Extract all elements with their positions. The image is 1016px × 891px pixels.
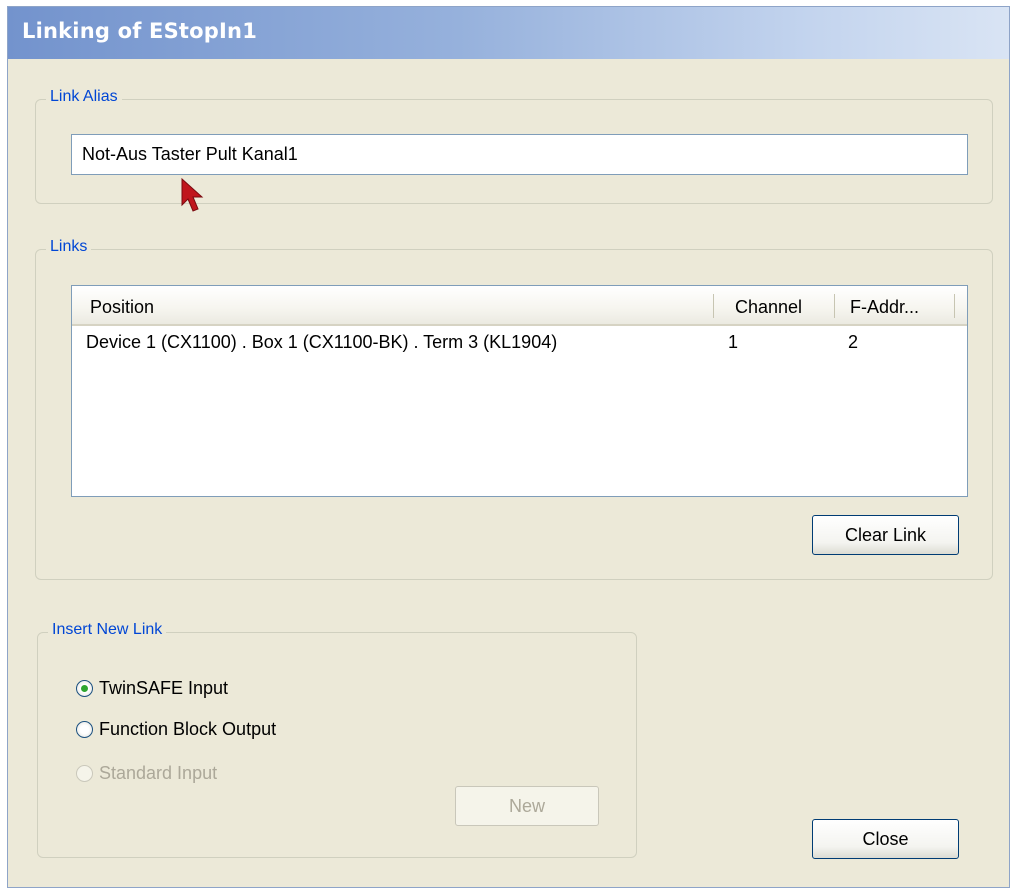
clear-link-button[interactable]: Clear Link — [812, 515, 959, 555]
cell-position: Device 1 (CX1100) . Box 1 (CX1100-BK) . … — [86, 332, 558, 352]
column-f-addr[interactable]: F-Addr... — [842, 286, 952, 324]
insert-new-link-label: Insert New Link — [48, 621, 167, 639]
radio-label: TwinSAFE Input — [99, 677, 229, 698]
new-button: New — [455, 786, 599, 826]
radio-label: Function Block Output — [99, 718, 277, 739]
table-row[interactable]: Device 1 (CX1100) . Box 1 (CX1100-BK) . … — [72, 326, 967, 356]
radio-button[interactable] — [76, 720, 93, 738]
radio-standard-input: Standard Input — [76, 760, 217, 786]
links-list-header: Position Channel F-Addr... — [72, 286, 967, 326]
radio-label: Standard Input — [99, 762, 218, 783]
column-divider[interactable] — [954, 294, 955, 318]
close-button[interactable]: Close — [812, 819, 959, 859]
radio-button-checked[interactable] — [76, 679, 93, 697]
cell-f-addr: 2 — [848, 332, 859, 352]
title-bar[interactable]: Linking of EStopIn1 — [8, 7, 1009, 59]
column-divider[interactable] — [834, 294, 835, 318]
link-alias-input[interactable] — [71, 134, 968, 175]
radio-function-block-output[interactable]: Function Block Output — [76, 716, 276, 742]
links-list[interactable]: Position Channel F-Addr... Device 1 (CX1… — [71, 285, 968, 497]
column-position[interactable]: Position — [82, 286, 712, 324]
link-alias-label: Link Alias — [46, 88, 122, 106]
links-label: Links — [46, 238, 92, 256]
radio-button-disabled — [76, 764, 93, 782]
column-divider[interactable] — [713, 294, 714, 318]
radio-twinsafe-input[interactable]: TwinSAFE Input — [76, 675, 228, 701]
cell-channel: 1 — [728, 332, 739, 352]
column-channel[interactable]: Channel — [727, 286, 827, 324]
window-title: Linking of EStopIn1 — [22, 19, 258, 43]
mouse-cursor-icon — [181, 177, 204, 212]
linking-dialog: Linking of EStopIn1 Link Alias Links Pos… — [7, 6, 1010, 888]
